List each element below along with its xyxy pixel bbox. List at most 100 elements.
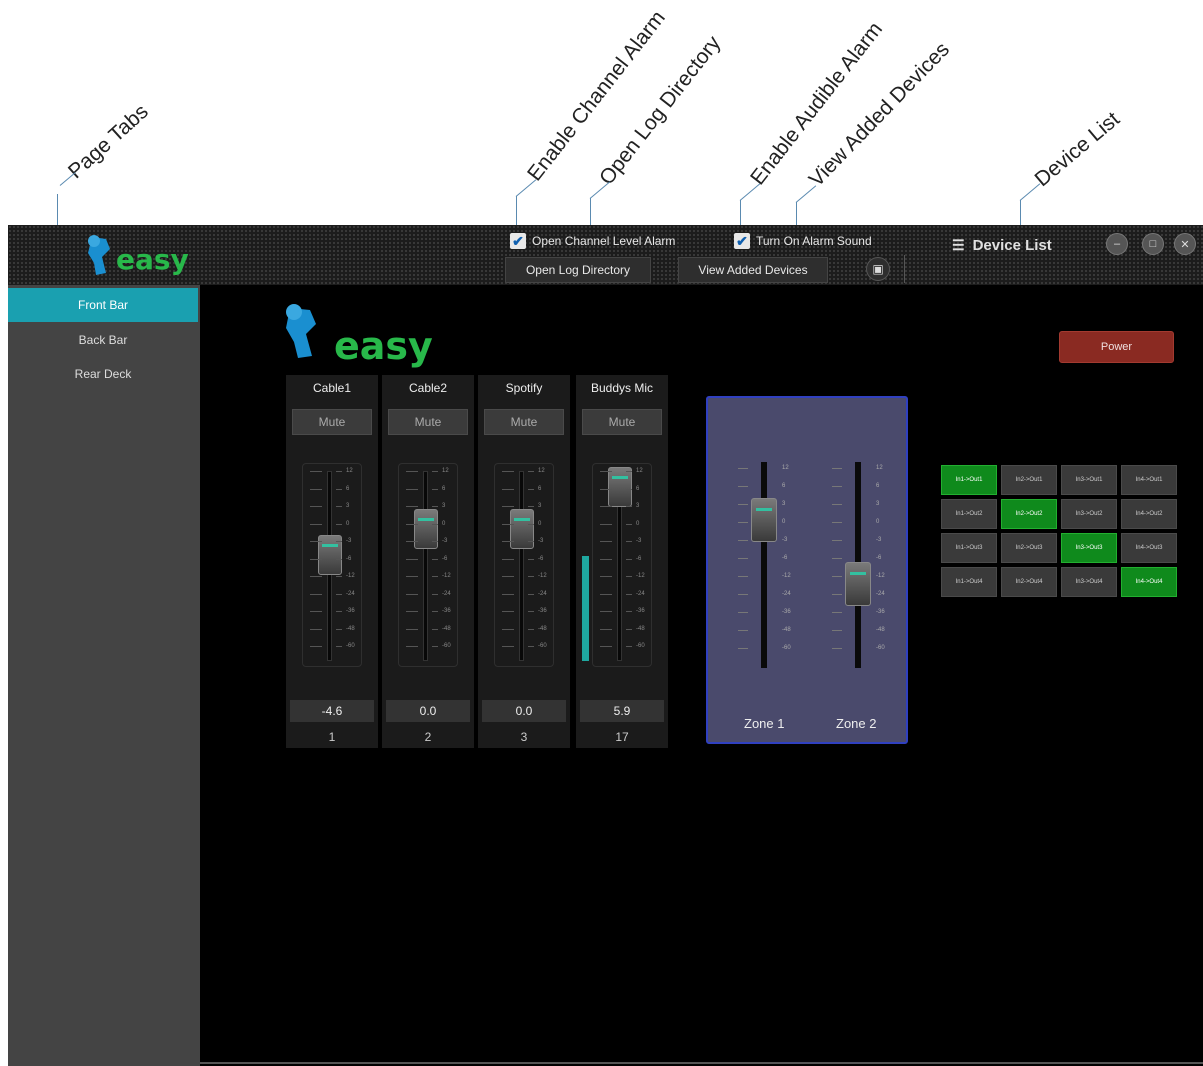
scale-tick xyxy=(502,593,514,595)
fader-track[interactable] xyxy=(423,471,428,661)
fader-track[interactable] xyxy=(519,471,524,661)
matrix-cell[interactable]: In4->Out4 xyxy=(1121,567,1177,597)
scale-label: 6 xyxy=(442,485,446,492)
matrix-cell[interactable]: In1->Out1 xyxy=(941,465,997,495)
scale-tick xyxy=(310,471,322,472)
matrix-cell[interactable]: In2->Out4 xyxy=(1001,567,1057,597)
scale-tick xyxy=(600,558,612,560)
scale-tick xyxy=(832,522,842,523)
scale-tick xyxy=(600,541,612,542)
scale-label: 0 xyxy=(442,520,446,527)
scale-tick xyxy=(738,522,748,523)
save-icon[interactable]: ▣ xyxy=(866,257,890,281)
mute-button[interactable]: Mute xyxy=(388,409,468,435)
annotation-view-added-devices: View Added Devices xyxy=(804,37,955,192)
scale-tick xyxy=(600,576,612,577)
scale-label: -6 xyxy=(876,555,882,561)
channel-number: 17 xyxy=(615,730,629,744)
fader-knob[interactable] xyxy=(414,509,438,549)
scale-label: 12 xyxy=(636,468,643,474)
open-log-directory-button[interactable]: Open Log Directory xyxy=(505,257,651,283)
channel-strip: Spotify Mute 0.0 3 12 6 3 0 -3 -6 -12 -24 -36 -48 -60 xyxy=(478,375,570,748)
scale-tick xyxy=(336,523,342,525)
scale-tick xyxy=(502,471,514,472)
zone1-fader-knob[interactable] xyxy=(751,498,777,542)
scale-label: -48 xyxy=(782,627,791,633)
scale-tick xyxy=(528,541,534,542)
scale-tick xyxy=(336,471,342,472)
zone1-label: Zone 1 xyxy=(744,716,785,731)
tab-rear-deck[interactable]: Rear Deck xyxy=(8,357,198,391)
mute-button[interactable]: Mute xyxy=(484,409,564,435)
scale-label: -36 xyxy=(782,609,791,615)
annotation-device-list: Device List xyxy=(1030,107,1125,192)
fader-knob[interactable] xyxy=(510,509,534,549)
zone2-fader-knob[interactable] xyxy=(845,562,871,606)
scale-label: -36 xyxy=(442,608,451,614)
fader-knob[interactable] xyxy=(608,467,632,507)
scale-label: 3 xyxy=(876,501,880,507)
fader-frame xyxy=(494,463,554,667)
checkmark-icon: ✔ xyxy=(734,233,750,249)
scale-tick xyxy=(406,593,418,595)
scale-tick xyxy=(626,488,632,490)
matrix-cell[interactable]: In2->Out2 xyxy=(1001,499,1057,529)
scale-tick xyxy=(406,558,418,560)
scale-tick xyxy=(600,593,612,595)
scale-tick xyxy=(528,576,534,577)
power-button[interactable]: Power xyxy=(1059,331,1174,363)
matrix-cell[interactable]: In1->Out2 xyxy=(941,499,997,529)
scale-tick xyxy=(832,594,842,595)
scale-tick xyxy=(336,628,342,630)
mute-button[interactable]: Mute xyxy=(582,409,662,435)
scale-label: -36 xyxy=(346,608,355,614)
scale-tick xyxy=(528,611,534,612)
alarm-sound-checkbox[interactable]: ✔ Turn On Alarm Sound xyxy=(734,233,872,249)
close-icon[interactable]: ✕ xyxy=(1174,233,1196,255)
scale-label: -60 xyxy=(782,645,791,651)
channel-strip: Cable2 Mute 0.0 2 12 6 3 0 -3 -6 -12 -24 -36 -48 -60 xyxy=(382,375,474,748)
matrix-cell[interactable]: In4->Out3 xyxy=(1121,533,1177,563)
scale-label: -6 xyxy=(538,555,544,562)
scale-tick xyxy=(600,471,612,472)
zone1-fader-track[interactable] xyxy=(761,462,767,668)
scale-label: -36 xyxy=(876,609,885,615)
matrix-cell[interactable]: In1->Out4 xyxy=(941,567,997,597)
maximize-icon[interactable]: □ xyxy=(1142,233,1164,255)
tab-back-bar[interactable]: Back Bar xyxy=(8,323,198,357)
scale-tick xyxy=(528,471,534,472)
view-added-devices-button[interactable]: View Added Devices xyxy=(678,257,828,283)
scale-tick xyxy=(738,558,748,559)
matrix-cell[interactable]: In1->Out3 xyxy=(941,533,997,563)
minimize-icon[interactable]: – xyxy=(1106,233,1128,255)
scale-label: 3 xyxy=(538,503,542,509)
scale-label: -48 xyxy=(538,625,547,632)
matrix-cell[interactable]: In4->Out1 xyxy=(1121,465,1177,495)
device-list-button[interactable]: ☰ Device List xyxy=(952,237,1052,254)
channel-alarm-checkbox[interactable]: ✔ Open Channel Level Alarm xyxy=(510,233,675,249)
scale-label: 12 xyxy=(876,465,883,471)
scale-tick xyxy=(626,523,632,525)
tab-front-bar[interactable]: Front Bar xyxy=(8,288,198,322)
scale-label: -12 xyxy=(636,573,645,579)
matrix-cell[interactable]: In3->Out3 xyxy=(1061,533,1117,563)
matrix-cell[interactable]: In2->Out1 xyxy=(1001,465,1057,495)
matrix-cell[interactable]: In3->Out4 xyxy=(1061,567,1117,597)
scale-label: -60 xyxy=(346,643,355,649)
matrix-cell[interactable]: In2->Out3 xyxy=(1001,533,1057,563)
scale-tick xyxy=(336,593,342,595)
scale-label: -6 xyxy=(346,555,352,562)
matrix-cell[interactable]: In4->Out2 xyxy=(1121,499,1177,529)
mute-button[interactable]: Mute xyxy=(292,409,372,435)
scale-tick xyxy=(626,558,632,560)
matrix-cell[interactable]: In3->Out2 xyxy=(1061,499,1117,529)
scale-label: 12 xyxy=(538,468,545,474)
scale-tick xyxy=(336,646,342,647)
scale-tick xyxy=(310,523,322,525)
scale-tick xyxy=(336,506,342,507)
page-tabs-sidebar: Front Bar Back Bar Rear Deck xyxy=(8,285,200,1066)
scale-tick xyxy=(600,611,612,612)
matrix-cell[interactable]: In3->Out1 xyxy=(1061,465,1117,495)
scale-tick xyxy=(336,541,342,542)
scale-label: -3 xyxy=(538,538,544,544)
